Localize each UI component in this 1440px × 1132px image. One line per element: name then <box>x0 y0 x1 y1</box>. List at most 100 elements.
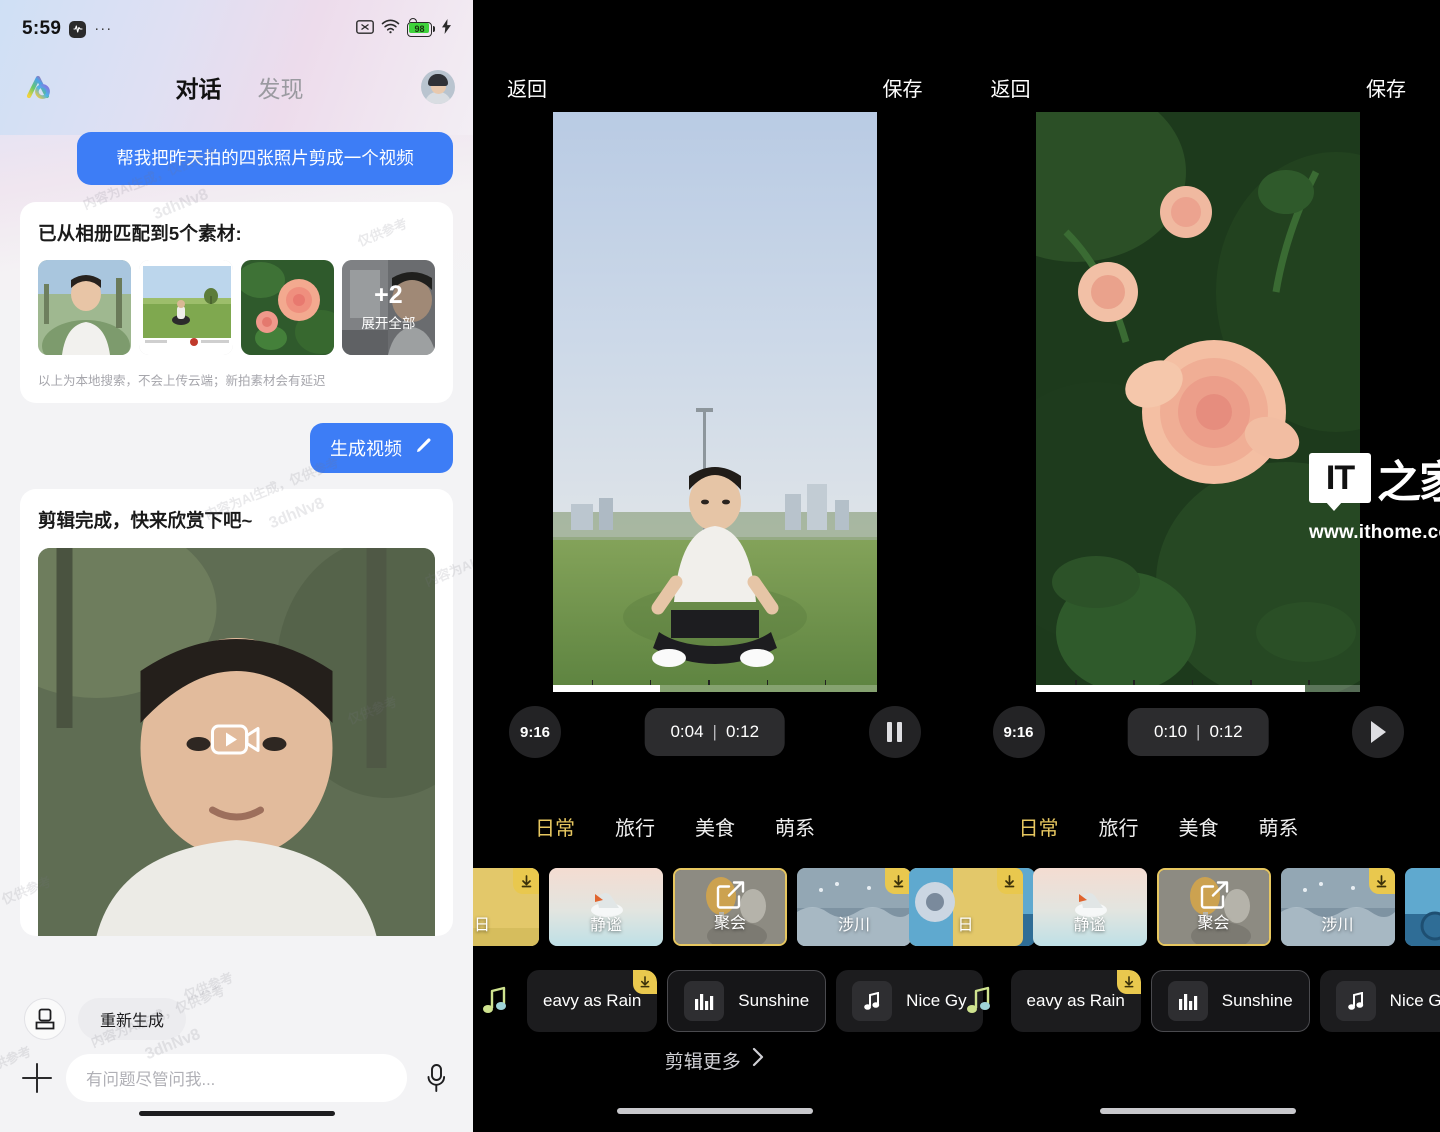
screenshot-root: 5:59 ··· 98 对话 发现 帮我把昨天拍的四张照片剪成一个视频 已从相册… <box>0 0 1440 1132</box>
timeline-track-b[interactable] <box>1036 685 1361 692</box>
save-button[interactable]: 保存 <box>1366 73 1406 102</box>
left-phone-panel: 5:59 ··· 98 对话 发现 帮我把昨天拍的四张照片剪成一个视频 已从相册… <box>0 0 473 1132</box>
matched-assets-title: 已从相册匹配到5个素材: <box>38 223 242 245</box>
category-cute[interactable]: 萌系 <box>775 812 815 841</box>
user-message-bubble: 帮我把昨天拍的四张照片剪成一个视频 <box>77 132 453 186</box>
add-attachment-icon[interactable] <box>22 1063 52 1093</box>
status-time: 5:59 <box>22 18 62 39</box>
save-button[interactable]: 保存 <box>883 73 923 102</box>
template-item[interactable]: 城 <box>1404 868 1440 946</box>
template-label: 日 <box>957 917 974 934</box>
equalizer-icon <box>684 981 725 1021</box>
template-item[interactable]: 涉川 <box>1280 868 1395 946</box>
template-list-a[interactable]: 日 静谧 聚会 涉川 <box>473 866 1035 948</box>
template-item[interactable]: 日 <box>908 868 1023 946</box>
ithome-logo-icon: IT <box>1309 453 1371 511</box>
template-list-b[interactable]: 日 静谧 聚会 涉川 <box>908 866 1440 948</box>
category-food[interactable]: 美食 <box>1179 812 1219 841</box>
music-item[interactable]: Nice Gy <box>1319 970 1440 1032</box>
home-indicator <box>1100 1108 1297 1114</box>
music-note-icon <box>1335 981 1376 1021</box>
timeline-track-a[interactable] <box>552 685 877 692</box>
category-daily[interactable]: 日常 <box>535 812 575 841</box>
generate-video-button[interactable]: 生成视频 <box>310 423 453 474</box>
download-icon[interactable] <box>996 868 1023 894</box>
regenerate-button[interactable]: 重新生成 <box>78 998 187 1040</box>
music-list-a[interactable]: eavy as Rain Sunshine Nice Gy <box>473 968 983 1034</box>
aspect-ratio-badge-b[interactable]: 9:16 <box>992 706 1045 758</box>
template-item[interactable]: 日 <box>473 868 539 946</box>
generate-video-row: 生成视频 <box>20 423 453 474</box>
category-travel[interactable]: 旅行 <box>1099 812 1139 841</box>
video-frame-a[interactable] <box>552 112 877 692</box>
share-export-button[interactable] <box>24 998 66 1040</box>
template-item[interactable]: 涉川 <box>797 868 911 946</box>
asset-thumbnail[interactable] <box>240 260 334 356</box>
play-button-b[interactable] <box>1352 706 1404 758</box>
music-item[interactable]: eavy as Rain <box>527 970 658 1032</box>
total-time-a: 0:12 <box>725 722 760 741</box>
edit-more-row-a[interactable]: 剪辑更多 <box>473 1046 957 1074</box>
music-list-b[interactable]: eavy as Rain Sunshine Nice Gy <box>895 968 1440 1034</box>
video-play-icon[interactable] <box>210 720 263 765</box>
matched-assets-card: 已从相册匹配到5个素材: +2 展开全部 以上为本地搜索，不会上传云端；新拍素材… <box>20 202 453 404</box>
download-icon[interactable] <box>1116 970 1141 994</box>
equalizer-icon <box>1167 981 1208 1021</box>
aspect-ratio-badge-a[interactable]: 9:16 <box>509 706 561 758</box>
video-frame-b[interactable] <box>1036 112 1361 692</box>
template-item-selected[interactable]: 聚会 <box>673 868 787 946</box>
asset-thumbnail[interactable] <box>38 260 132 356</box>
tab-dialogue[interactable]: 对话 <box>176 70 222 104</box>
music-item-selected[interactable]: Sunshine <box>667 970 827 1032</box>
editor-screen-a: 返回 保存 9:16 0:04 | 0:12 日常 旅行 美食 萌系 日 静谧 … <box>473 0 1035 1132</box>
pause-button-a[interactable] <box>868 706 921 758</box>
editor-screen-b: 返回 保存 9:16 0:10 | 0:12 日常 旅行 美食 萌系 日 静谧 … <box>908 0 1440 1132</box>
category-travel[interactable]: 旅行 <box>615 812 655 841</box>
pause-icon <box>887 722 892 742</box>
home-indicator <box>138 1111 335 1116</box>
music-item-selected[interactable]: Sunshine <box>1150 970 1310 1032</box>
editor-topbar-b: 返回 保存 <box>957 58 1440 116</box>
template-label: 日 <box>473 917 490 934</box>
video-stage-a <box>473 112 957 702</box>
download-icon[interactable] <box>885 868 911 894</box>
charging-bolt-icon <box>442 19 451 39</box>
result-video-preview[interactable] <box>38 548 435 937</box>
category-cute[interactable]: 萌系 <box>1259 812 1299 841</box>
status-overflow-dots: ··· <box>94 20 113 37</box>
asset-thumbnail[interactable] <box>139 260 233 356</box>
microphone-icon[interactable] <box>421 1063 451 1093</box>
tab-discover[interactable]: 发现 <box>258 70 304 104</box>
asset-thumbnail-more[interactable]: +2 展开全部 <box>341 260 435 356</box>
back-button[interactable]: 返回 <box>507 73 547 102</box>
download-icon[interactable] <box>1368 868 1395 894</box>
category-food[interactable]: 美食 <box>695 812 735 841</box>
battery-icon: 98 <box>407 17 435 37</box>
template-label: 城 <box>1405 911 1440 935</box>
asset-more-label: 展开全部 <box>361 316 416 332</box>
template-item[interactable]: 静谧 <box>549 868 663 946</box>
category-daily[interactable]: 日常 <box>1019 812 1059 841</box>
chat-input[interactable]: 有问题尽管问我... <box>66 1054 407 1102</box>
template-item-selected[interactable]: 聚会 <box>1156 868 1271 946</box>
chat-input-row: 有问题尽管问我... <box>0 1040 473 1102</box>
ithome-brand-cn: 之家 <box>1377 458 1440 507</box>
download-icon[interactable] <box>633 970 658 994</box>
template-item[interactable]: 静谧 <box>1032 868 1147 946</box>
ithome-brand: IT <box>1325 458 1355 497</box>
music-title: Nice Gy <box>1389 991 1440 1010</box>
player-controls-a: 9:16 0:04 | 0:12 <box>473 706 957 768</box>
home-indicator <box>616 1108 813 1114</box>
time-separator: | <box>712 722 717 741</box>
template-categories-b: 日常 旅行 美食 萌系 <box>957 802 1440 850</box>
music-note-icon <box>473 986 517 1016</box>
music-note-icon <box>957 986 1001 1016</box>
asset-more-count: +2 <box>374 281 403 310</box>
back-button[interactable]: 返回 <box>991 73 1031 102</box>
edit-more-label: 剪辑更多 <box>664 1051 741 1073</box>
chat-scroll-area[interactable]: 帮我把昨天拍的四张照片剪成一个视频 已从相册匹配到5个素材: +2 展开全部 以… <box>0 118 473 992</box>
download-icon[interactable] <box>513 868 539 894</box>
user-avatar[interactable] <box>421 70 455 104</box>
music-item[interactable]: eavy as Rain <box>1010 970 1141 1032</box>
generate-video-label: 生成视频 <box>330 439 402 460</box>
